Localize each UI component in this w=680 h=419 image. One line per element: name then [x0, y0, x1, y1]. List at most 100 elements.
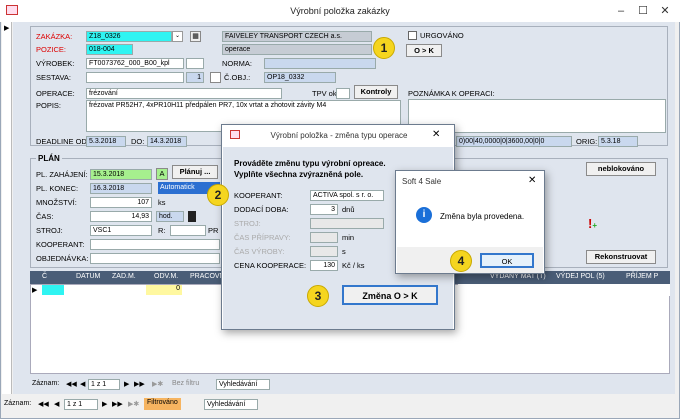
d1-doba-field[interactable]: 3 [310, 204, 338, 215]
close-button[interactable]: ✕ [655, 3, 675, 19]
inner-nav-prev-icon[interactable]: ◀ [80, 380, 85, 388]
outer-nav-prev-icon[interactable]: ◀ [54, 400, 59, 408]
urgovano-label: URGOVÁNO [420, 31, 464, 40]
d1-doba-label: DODACÍ DOBA: [234, 205, 289, 214]
inner-nav-last-icon[interactable]: ▶▶ [134, 380, 145, 388]
zmena-button[interactable]: Změna O > K [342, 285, 438, 305]
vyrobek-extra-field[interactable] [186, 58, 204, 69]
zahajeni-field[interactable]: 15.3.2018 [90, 169, 152, 180]
dialog1-instruction: Prováděte změnu typu výrobní opreace. Vy… [234, 159, 386, 179]
orig-field: 5.3.18 [598, 136, 638, 147]
deadline-label: DEADLINE OD [36, 137, 87, 146]
operace-field[interactable]: frézování [86, 88, 282, 99]
inner-nav-search[interactable]: Vyhledávání [216, 379, 270, 390]
grid-row-right[interactable] [458, 284, 670, 296]
col-odv-m[interactable]: ODV.M. [154, 273, 178, 280]
alert-add-icon[interactable]: !+ [588, 216, 602, 232]
deadline-od-field: 5.3.2018 [86, 136, 126, 147]
konec-label: PL. KONEC: [36, 184, 79, 193]
col-zad-m[interactable]: ZAD.M. [112, 273, 136, 280]
customer-field: FAIVELEY TRANSPORT CZECH a.s. [222, 31, 372, 42]
cobj-label: Č.OBJ.: [224, 73, 251, 82]
r-field[interactable] [170, 225, 206, 236]
operace-label: OPERACE: [36, 89, 75, 98]
pozice-label: POZICE: [36, 45, 67, 54]
d1-vyroby-label: ČAS VÝROBY: [234, 247, 285, 256]
outer-nav-search[interactable]: Vyhledávání [204, 399, 258, 410]
operace-type-field: operace [222, 44, 372, 55]
grid-row-cell-odv[interactable]: 0 [146, 285, 182, 295]
window-title: Výrobní položka zakázky [290, 6, 390, 16]
mnozstvi-field[interactable]: 107 [90, 197, 152, 208]
vyrobek-field[interactable]: FT0073762_000_B00_kpl [86, 58, 184, 69]
col-c[interactable]: Č [42, 273, 47, 280]
neblokovano-button[interactable]: neblokováno [586, 162, 656, 176]
info-icon: i [416, 207, 432, 223]
ok-button[interactable]: OK [480, 253, 534, 268]
record-selector[interactable]: ▶ [2, 22, 12, 394]
d1-cena-label: CENA KOOPERACE: [234, 261, 307, 270]
col-vydany-mat[interactable]: VYDANÝ MAT (T) [490, 273, 546, 280]
maximize-button[interactable]: ☐ [633, 3, 653, 19]
kooperant-field[interactable] [90, 239, 220, 250]
inner-nav-position[interactable]: 1 z 1 [88, 379, 120, 390]
outer-nav-next-icon[interactable]: ▶ [102, 400, 107, 408]
objednavka-field[interactable] [90, 253, 220, 264]
dialog2-message: Změna byla provedena. [440, 212, 525, 221]
d1-stroj-field [310, 218, 384, 229]
inner-nav-filter[interactable]: Bez filtru [172, 380, 199, 387]
tpv-field[interactable] [336, 88, 350, 99]
outer-nav-last-icon[interactable]: ▶▶ [112, 400, 123, 408]
dialog1-close-button[interactable]: ✕ [432, 129, 440, 140]
zakazka-dropdown-chevron-icon[interactable]: ⌄ [172, 31, 183, 42]
mnozstvi-unit: ks [158, 198, 166, 207]
col-pracovn[interactable]: PRACOVN [190, 273, 225, 280]
code-string-field: 0)00|40,0000|0|3600,00|0|0 [456, 136, 572, 147]
r-label: R: [158, 226, 166, 235]
grid-row-cell-c[interactable] [42, 285, 64, 295]
calculator-icon[interactable]: ▦ [190, 31, 201, 42]
sestava-label: SESTAVA: [36, 73, 72, 82]
inner-record-nav: Záznam: ◀◀ ◀ 1 z 1 ▶ ▶▶ ▶✱ Bez filtru Vy… [30, 379, 270, 391]
d1-kooperant-field[interactable]: ACTIVA spol. s r. o. [310, 190, 384, 201]
tpv-label: TPV ok: [312, 89, 339, 98]
inner-nav-first-icon[interactable]: ◀◀ [66, 380, 77, 388]
kontroly-button[interactable]: Kontroly [354, 85, 398, 99]
outer-nav-new-icon[interactable]: ▶✱ [128, 400, 139, 408]
d1-pripravy-label: ČAS PŘÍPRAVY: [234, 233, 291, 242]
norma-field [264, 58, 376, 69]
stroj-field[interactable]: VSC1 [90, 225, 152, 236]
o-k-button[interactable]: O > K [406, 44, 442, 57]
d1-doba-unit: dnů [342, 205, 355, 214]
inner-nav-new-icon[interactable]: ▶✱ [152, 380, 163, 388]
col-datum[interactable]: DATUM [76, 273, 100, 280]
cas-field[interactable]: 14,93 [90, 211, 152, 222]
zahajeni-label: PL. ZAHÁJENÍ: [36, 170, 88, 179]
inner-nav-next-icon[interactable]: ▶ [124, 380, 129, 388]
d1-pripravy-unit: min [342, 233, 355, 242]
inner-nav-label: Záznam: [32, 380, 60, 387]
objednavka-label: OBJEDNÁVKA: [36, 254, 89, 263]
d1-cena-field[interactable]: 130 [310, 260, 338, 271]
outer-nav-first-icon[interactable]: ◀◀ [38, 400, 49, 408]
deadline-do-field: 14.3.2018 [147, 136, 187, 147]
urgovano-checkbox[interactable] [408, 31, 417, 40]
dialog2-close-button[interactable]: ✕ [528, 175, 536, 186]
planuj-button[interactable]: Plánuj ... [172, 165, 218, 179]
sestava-field[interactable] [86, 72, 184, 83]
outer-nav-filter[interactable]: Filtrováno [144, 398, 181, 410]
rekonstruovat-button[interactable]: Rekonstruovat [586, 250, 656, 264]
pr-label: PR [208, 226, 219, 235]
pozice-field[interactable]: 018-004 [86, 44, 133, 55]
col-vydej-pol[interactable]: VÝDEJ POL (5) [556, 273, 605, 280]
outer-nav-position[interactable]: 1 z 1 [64, 399, 98, 410]
do-label: DO: [131, 137, 145, 146]
dialog1-title: Výrobní položka - změna typu operace [270, 131, 408, 140]
sestava-count: 1 [186, 72, 204, 83]
poznamka-label: POZNÁMKA K OPERACI: [408, 89, 495, 98]
cobj-checkbox[interactable] [210, 72, 221, 83]
minimize-button[interactable]: – [611, 3, 631, 19]
a-button[interactable]: A [156, 168, 168, 180]
zakazka-field[interactable]: Z18_0326 [86, 31, 172, 42]
col-prijem[interactable]: PŘÍJEM P [626, 273, 658, 280]
